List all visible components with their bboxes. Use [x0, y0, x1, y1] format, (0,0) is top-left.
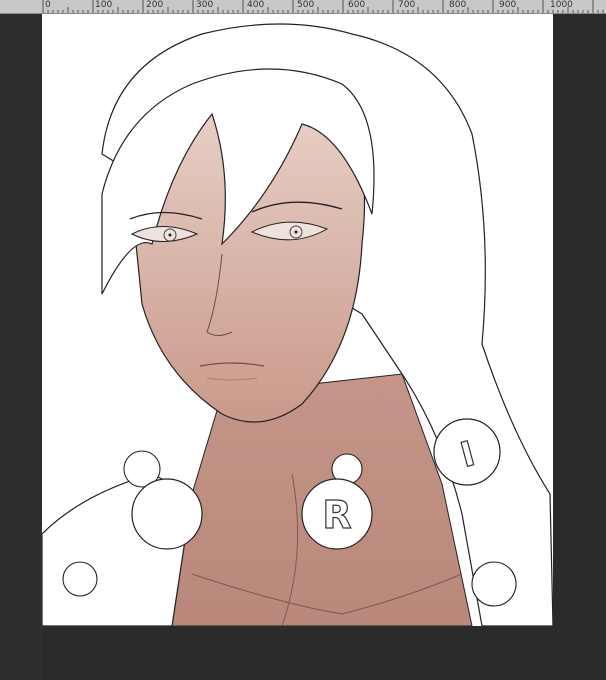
ruler-label-300: 300 [196, 0, 214, 10]
ruler-label-200: 200 [146, 0, 164, 10]
ruler-label-600: 600 [348, 0, 366, 10]
ruler-label-0: 0 [45, 0, 51, 10]
ruler-label-400: 400 [247, 0, 265, 10]
drawing-canvas[interactable]: R I [42, 14, 553, 626]
bead-letter-r: R [322, 493, 351, 537]
ruler-label-1000: 1000 [550, 0, 573, 10]
ruler-label-900: 900 [499, 0, 517, 10]
ruler-label-100: 100 [95, 0, 113, 10]
character-illustration: R I [42, 23, 553, 626]
horizontal-ruler[interactable]: 0 100 200 300 400 500 600 700 800 900 10… [0, 0, 606, 14]
ruler-label-700: 700 [398, 0, 416, 10]
ruler-label-800: 800 [449, 0, 467, 10]
ruler-label-500: 500 [297, 0, 315, 10]
workspace-margin [0, 14, 42, 680]
